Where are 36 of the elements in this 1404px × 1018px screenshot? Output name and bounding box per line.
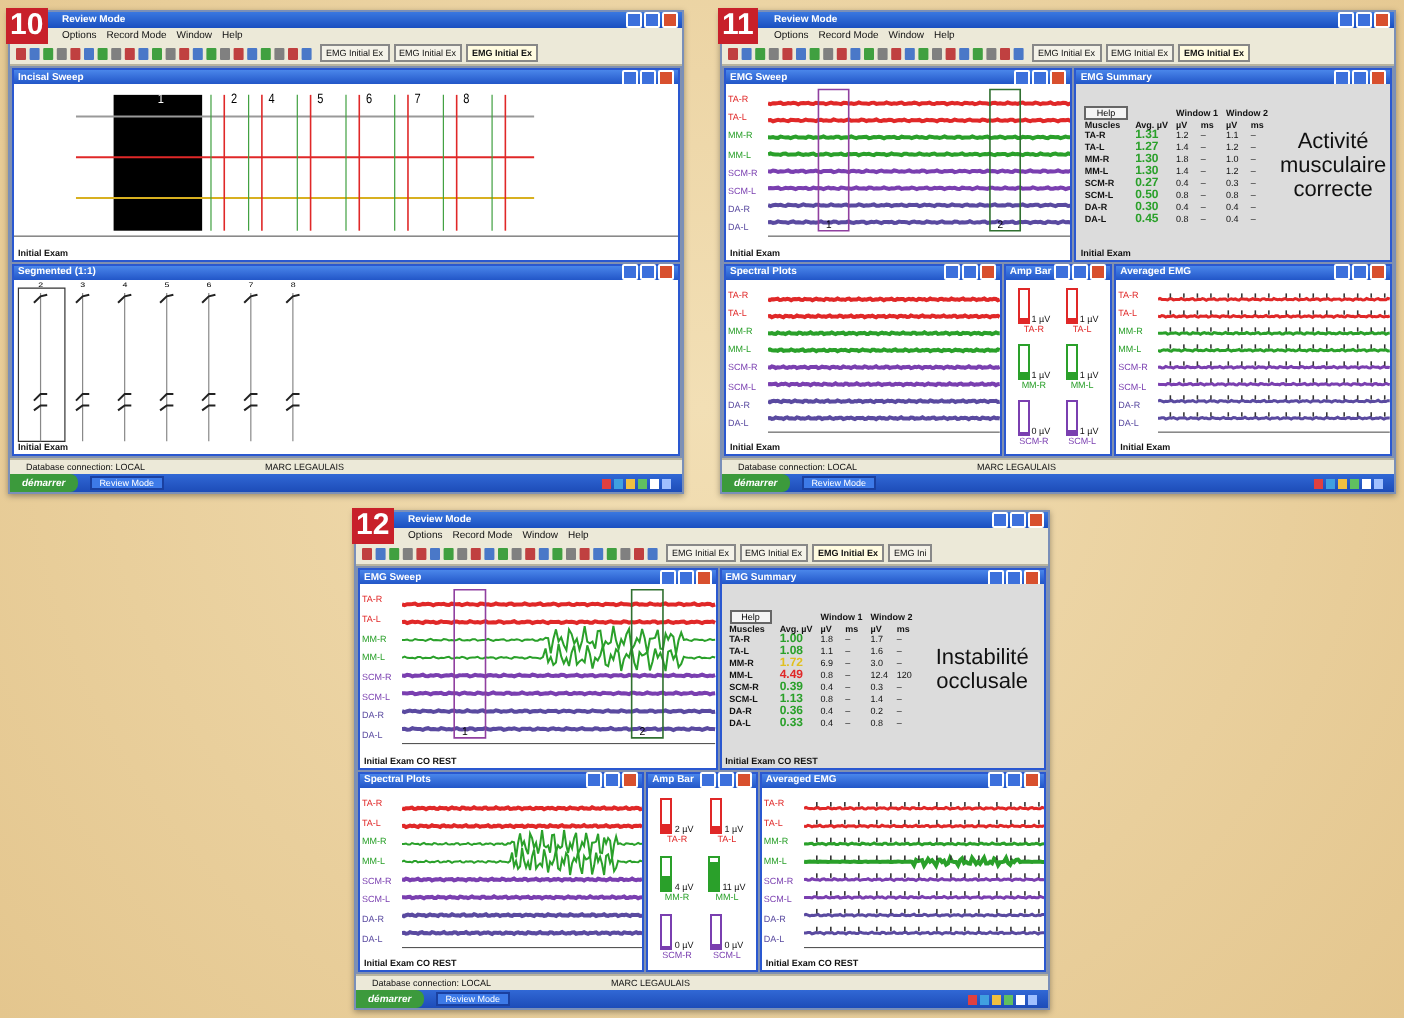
marker-line-pair [248, 94, 263, 232]
window-controls-icon[interactable] [659, 569, 712, 585]
toolbar-icons-drawing[interactable] [16, 45, 316, 61]
window-controls-icon[interactable] [586, 772, 639, 788]
window-controls-icon[interactable] [1338, 12, 1390, 28]
trace-spike [74, 292, 91, 411]
selected-segment-block [113, 94, 203, 231]
marker-line-pair [442, 94, 458, 232]
trace-spike [159, 292, 175, 411]
figure-number: 11 [718, 8, 758, 44]
toolbar-icons-drawing[interactable] [362, 545, 662, 561]
figure-number: 10 [6, 8, 48, 44]
annotation-text: Instabilité occlusale [933, 645, 1031, 694]
trace-spike [117, 292, 133, 411]
window-controls-icon[interactable] [943, 264, 996, 280]
marker-line-pair [210, 94, 226, 232]
trace-spike [32, 292, 49, 411]
window-controls-icon[interactable] [1054, 264, 1107, 280]
trace-spike [243, 292, 259, 411]
window-controls-icon[interactable] [699, 772, 752, 788]
figure-number: 12 [352, 508, 394, 544]
window-controls-icon[interactable] [1014, 69, 1067, 85]
marker-line-pair [296, 94, 312, 232]
window-controls-icon[interactable] [1334, 264, 1387, 280]
annotation-text: Activité musculaire correcte [1279, 129, 1387, 202]
window-controls-icon[interactable] [622, 264, 674, 280]
window-controls-icon[interactable] [622, 69, 674, 85]
window-controls-icon[interactable] [626, 12, 678, 28]
marker-line-pair [491, 94, 507, 232]
window-controls-icon[interactable] [987, 772, 1040, 788]
toolbar-icons-drawing[interactable] [728, 45, 1028, 61]
marker-line-pair [394, 94, 409, 232]
marker-line-pair [345, 94, 361, 232]
window-controls-icon[interactable] [992, 512, 1044, 528]
trace-spike [201, 292, 217, 411]
trace-spike [285, 292, 301, 411]
